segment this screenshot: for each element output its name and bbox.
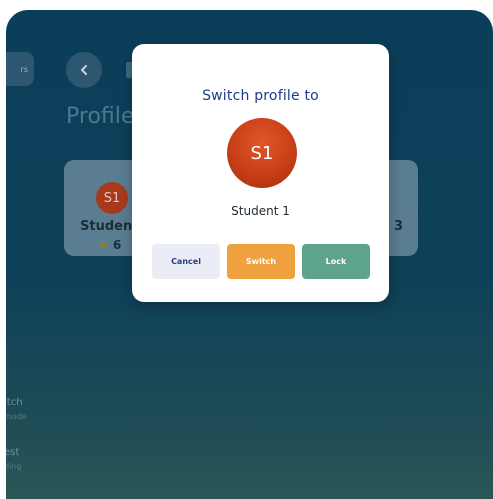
profile-name: 3 [394,219,404,234]
dialog-title: Switch profile to [202,88,319,104]
back-button[interactable] [66,52,102,88]
side-menu-item[interactable]: itch mode [6,397,27,421]
avatar: S1 [96,182,128,214]
side-nav-button[interactable]: rs [6,52,34,86]
cancel-button[interactable]: Cancel [152,244,220,279]
star-value: 6 [112,238,122,252]
profile-name: Student [80,219,139,234]
profile-name: Student 1 [231,204,290,218]
side-menu-item-title: itch [6,397,23,408]
star-count: ★ 6 [98,238,121,252]
chevron-left-icon [81,65,87,75]
avatar: S1 [227,118,297,188]
side-menu-item-subtitle: ding [6,462,22,471]
side-menu-item-title: est [6,447,20,458]
side-menu-item-subtitle: mode [6,412,27,421]
side-menu-item[interactable]: est ding [6,447,21,471]
switch-button[interactable]: Switch [227,244,295,279]
lock-button[interactable]: Lock [302,244,370,279]
page-title: Profile [66,104,135,129]
side-nav-label: rs [20,64,28,74]
switch-profile-dialog: Switch profile to S1 Student 1 Cancel Sw… [132,44,389,302]
star-icon: ★ [98,238,109,252]
